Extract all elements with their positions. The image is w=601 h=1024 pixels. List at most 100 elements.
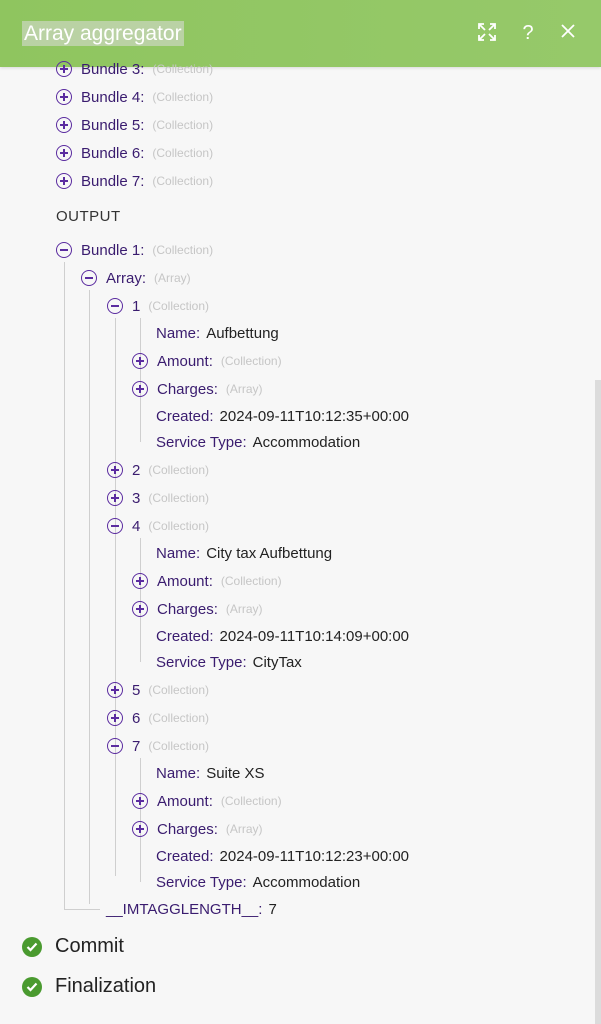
array-item-row[interactable]: 1 (Collection) (107, 295, 209, 317)
field-label: Service Type (156, 653, 243, 671)
expand-icon[interactable] (107, 462, 123, 478)
field-row: Service Type: CityTax (156, 653, 302, 671)
expand-icon[interactable] (132, 821, 148, 837)
type-hint: (Collection) (148, 711, 210, 725)
array-item-row[interactable]: 3 (Collection) (107, 487, 209, 509)
input-bundle-row[interactable]: Bundle 3: (Collection) (56, 58, 213, 80)
bundle-label: Bundle 1 (81, 241, 141, 259)
scrollbar[interactable] (595, 380, 601, 1024)
type-hint: (Collection) (148, 739, 210, 753)
array-item-row[interactable]: 5 (Collection) (107, 679, 209, 701)
array-item-row[interactable]: 7 (Collection) (107, 735, 209, 757)
check-icon (22, 936, 42, 957)
expand-icon[interactable] (107, 682, 123, 698)
expand-icon[interactable] (476, 22, 498, 44)
item-index: 6 (132, 709, 141, 727)
type-hint: (Collection) (152, 90, 214, 104)
expand-icon[interactable] (56, 117, 72, 133)
field-row[interactable]: Amount: (Collection) (132, 570, 282, 592)
field-value: 7 (268, 900, 277, 918)
expand-icon[interactable] (132, 381, 148, 397)
field-label: Service Type (156, 433, 243, 451)
field-row[interactable]: Amount: (Collection) (132, 790, 282, 812)
field-label: Created (156, 407, 210, 425)
input-bundle-row[interactable]: Bundle 5: (Collection) (56, 114, 213, 136)
collapse-icon[interactable] (81, 270, 97, 286)
field-value: 2024-09-11T10:14:09+00:00 (219, 627, 410, 645)
field-row: Name: Suite XS (156, 764, 265, 782)
array-row[interactable]: Array: (Array) (81, 267, 191, 289)
field-row[interactable]: Amount: (Collection) (132, 350, 282, 372)
close-icon[interactable] (557, 22, 579, 44)
input-bundle-row[interactable]: Bundle 7: (Collection) (56, 170, 213, 192)
item-index: 1 (132, 297, 141, 315)
bundle-label: Bundle 4 (81, 88, 141, 106)
field-row[interactable]: Charges: (Array) (132, 598, 263, 620)
type-hint: (Collection) (148, 519, 210, 533)
field-row: Created: 2024-09-11T10:14:09+00:00 (156, 627, 410, 645)
status-label: Commit (55, 935, 124, 957)
field-value: CityTax (252, 653, 302, 671)
field-label: Amount (157, 792, 209, 810)
expand-icon[interactable] (132, 353, 148, 369)
status-commit[interactable]: Commit (22, 935, 124, 958)
item-index: 4 (132, 517, 141, 535)
expand-icon[interactable] (107, 490, 123, 506)
check-icon (22, 976, 42, 997)
expand-icon[interactable] (56, 61, 72, 77)
field-label: Created (156, 847, 210, 865)
type-hint: (Collection) (220, 794, 282, 808)
type-hint: (Collection) (152, 146, 214, 160)
array-item-row[interactable]: 2 (Collection) (107, 459, 209, 481)
field-row: Name: City tax Aufbettung (156, 544, 333, 562)
expand-icon[interactable] (56, 173, 72, 189)
field-value: City tax Aufbettung (206, 544, 333, 562)
field-row[interactable]: Charges: (Array) (132, 818, 263, 840)
expand-icon[interactable] (56, 89, 72, 105)
collapse-icon[interactable] (107, 298, 123, 314)
field-label: Amount (157, 352, 209, 370)
field-row: Created: 2024-09-11T10:12:23+00:00 (156, 847, 410, 865)
type-hint: (Collection) (148, 299, 210, 313)
field-label: Name (156, 324, 197, 342)
collapse-icon[interactable] (56, 242, 72, 258)
bundle-label: Bundle 6 (81, 144, 141, 162)
type-hint: (Collection) (152, 243, 214, 257)
type-hint: (Collection) (148, 491, 210, 505)
bundle-label: Bundle 7 (81, 172, 141, 190)
output-bundle-row[interactable]: Bundle 1: (Collection) (56, 239, 213, 261)
item-index: 3 (132, 489, 141, 507)
status-finalization[interactable]: Finalization (22, 975, 156, 998)
array-item-row[interactable]: 6 (Collection) (107, 707, 209, 729)
tree-guide (64, 262, 65, 909)
collapse-icon[interactable] (107, 518, 123, 534)
field-label: Created (156, 627, 210, 645)
tree-guide (89, 290, 90, 904)
field-row: Service Type: Accommodation (156, 873, 361, 891)
expand-icon[interactable] (132, 573, 148, 589)
field-row[interactable]: Charges: (Array) (132, 378, 263, 400)
field-label: Amount (157, 572, 209, 590)
expand-icon[interactable] (107, 710, 123, 726)
collapse-icon[interactable] (107, 738, 123, 754)
help-icon[interactable]: ? (517, 22, 539, 44)
array-item-row[interactable]: 4 (Collection) (107, 515, 209, 537)
tree-guide (115, 318, 116, 876)
input-bundle-row[interactable]: Bundle 4: (Collection) (56, 86, 213, 108)
type-hint: (Array) (154, 271, 191, 285)
expand-icon[interactable] (132, 793, 148, 809)
type-hint: (Collection) (220, 354, 282, 368)
field-label: Charges (157, 820, 214, 838)
type-hint: (Array) (225, 822, 263, 836)
field-label: Charges (157, 380, 214, 398)
type-hint: (Array) (225, 602, 263, 616)
field-label: __IMTAGGLENGTH__ (106, 900, 259, 918)
expand-icon[interactable] (132, 601, 148, 617)
module-header: Array aggregator ? (0, 0, 601, 67)
type-hint: (Array) (225, 382, 263, 396)
input-bundle-row[interactable]: Bundle 6: (Collection) (56, 142, 213, 164)
tree-guide (64, 909, 100, 910)
expand-icon[interactable] (56, 145, 72, 161)
type-hint: (Collection) (148, 463, 210, 477)
field-row: Service Type: Accommodation (156, 433, 361, 451)
